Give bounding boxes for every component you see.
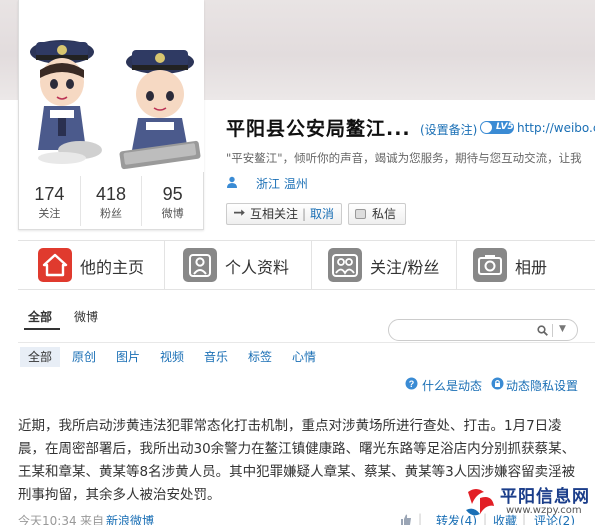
tab-profile-label: 个人资料 (225, 258, 290, 277)
chevron-down-icon[interactable]: ▼ (559, 324, 566, 334)
profile-location-link[interactable]: 浙江 温州 (256, 175, 308, 192)
post-action-separator: | (418, 512, 423, 525)
filter-music[interactable]: 音乐 (204, 347, 228, 367)
person-location-icon (227, 176, 237, 188)
set-remark-link[interactable]: (设置备注) (420, 121, 477, 138)
stat-posts-count: 95 (162, 184, 183, 204)
tab-profile[interactable]: 个人资料 (165, 241, 311, 289)
filter-original[interactable]: 原创 (72, 347, 96, 367)
avatar[interactable] (20, 0, 204, 172)
post-source-prefix: 来自 (80, 514, 105, 525)
tab-home-label: 他的主页 (80, 258, 145, 277)
profile-stats: 174 关注 418 粉丝 95 微博 (19, 176, 203, 226)
filter-videos[interactable]: 视频 (160, 347, 184, 367)
avatar-card: 174 关注 418 粉丝 95 微博 (18, 0, 204, 230)
filter-all[interactable]: 全部 (20, 347, 61, 367)
tab-follow-fans-label: 关注/粉丝 (370, 258, 440, 277)
what-is-activity-link[interactable]: 什么是动态 (422, 377, 482, 394)
help-question-icon: ? (405, 377, 418, 390)
mutual-follow-button[interactable]: 互相关注 | 取消 (226, 203, 342, 225)
filter-images[interactable]: 图片 (116, 347, 140, 367)
vip-level-badge[interactable]: LV5 (480, 121, 514, 134)
stat-posts[interactable]: 95 微博 (142, 176, 203, 226)
stat-following-label: 关注 (38, 207, 61, 220)
search-divider (552, 324, 553, 337)
mutual-follow-icon (234, 209, 245, 216)
site-watermark-logo: 平阳信息网 www.wzpy.com (462, 482, 592, 522)
stat-following-count: 174 (34, 184, 65, 204)
message-icon (355, 209, 366, 219)
feed-search-input[interactable] (399, 322, 529, 338)
tab-home[interactable]: 他的主页 (18, 241, 164, 289)
feed-search-box[interactable]: ▼ (388, 319, 578, 341)
mutual-follow-label: 互相关注 (250, 207, 299, 221)
stat-followers-label: 粉丝 (100, 207, 122, 220)
profile-url-link[interactable]: http://weibo.co (517, 121, 595, 135)
vip-level-icon (481, 122, 492, 133)
feed-tab-weibo[interactable]: 微博 (74, 308, 98, 325)
tab-follow-fans[interactable]: 关注/粉丝 (312, 241, 456, 289)
feed-tab-all[interactable]: 全部 (28, 308, 52, 325)
profile-description: "平安鳌江"，倾听你的声音，竭诚为您服务，期待与您互动交流，让我 (226, 151, 582, 165)
private-message-button[interactable]: 私信 (348, 203, 406, 225)
private-message-label: 私信 (372, 207, 397, 221)
feed-filter-bar: 全部 原创 图片 视频 音乐 标签 心情 (18, 342, 595, 368)
watermark-logo-icon (466, 489, 494, 516)
profile-name: 平阳县公安局鳌江... (226, 118, 411, 140)
search-icon[interactable] (537, 325, 548, 336)
person-icon (183, 248, 217, 282)
stat-posts-label: 微博 (161, 207, 184, 220)
tab-album-label: 相册 (515, 258, 548, 277)
svg-text:?: ? (409, 379, 415, 389)
vip-level-label: LV5 (496, 122, 514, 132)
home-icon (38, 248, 72, 282)
post-timestamp[interactable]: 今天10:34 (18, 512, 77, 525)
filter-mood[interactable]: 心情 (292, 347, 316, 367)
stat-followers-count: 418 (95, 184, 127, 204)
camera-icon (473, 248, 507, 282)
privacy-settings-icon (491, 377, 504, 390)
activity-privacy-settings-link[interactable]: 动态隐私设置 (506, 377, 578, 394)
people-icon (328, 248, 362, 282)
follow-button-separator: | (302, 207, 307, 221)
profile-tab-bar: 他的主页 个人资料 关注/粉丝 相册 (18, 240, 595, 290)
thumbs-up-icon[interactable] (400, 514, 412, 525)
feed-tab-active-indicator (24, 328, 60, 330)
tab-album[interactable]: 相册 (457, 241, 595, 289)
stat-following[interactable]: 174 关注 (19, 176, 81, 226)
police-cartoon-avatar-image (20, 0, 204, 172)
filter-tags[interactable]: 标签 (248, 347, 272, 367)
watermark-url: www.wzpy.com (506, 505, 582, 516)
post-source-link[interactable]: 新浪微博 (106, 512, 154, 525)
watermark-title: 平阳信息网 (500, 487, 590, 507)
stat-followers[interactable]: 418 粉丝 (81, 176, 143, 226)
unfollow-link[interactable]: 取消 (310, 204, 334, 224)
